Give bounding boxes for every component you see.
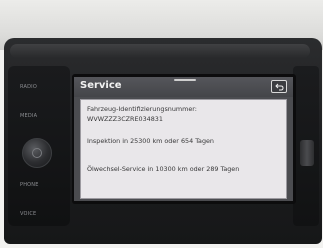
voice-button[interactable]: VOICE xyxy=(20,211,36,217)
pull-down-handle[interactable] xyxy=(174,79,196,81)
service-info-box: Fahrzeug-Identifizierungsnummer: WVWZZZ3… xyxy=(80,99,287,199)
vin-value: WVWZZZ3CZRE034831 xyxy=(87,115,163,123)
radio-button[interactable]: RADIO xyxy=(20,84,37,90)
oil-service-text: Ölwechsel-Service in 10300 km oder 289 T… xyxy=(87,165,240,173)
volume-knob[interactable] xyxy=(22,138,52,168)
bezel-gloss xyxy=(10,44,310,58)
title-bar: Service xyxy=(74,77,293,97)
vin-label: Fahrzeug-Identifizierungsnummer: xyxy=(87,105,197,113)
photo-background: RADIO MEDIA PHONE VOICE Service Fahrzeug… xyxy=(0,0,323,248)
back-arrow-icon xyxy=(274,83,284,90)
media-button[interactable]: MEDIA xyxy=(20,113,37,119)
phone-button[interactable]: PHONE xyxy=(20,182,39,188)
tuning-knob[interactable] xyxy=(300,140,314,166)
service-screen: Service Fahrzeug-Identifizierungsnummer:… xyxy=(74,77,293,201)
page-title: Service xyxy=(80,80,122,91)
inspection-text: Inspektion in 25300 km oder 654 Tagen xyxy=(87,137,214,145)
back-button[interactable] xyxy=(271,80,287,93)
